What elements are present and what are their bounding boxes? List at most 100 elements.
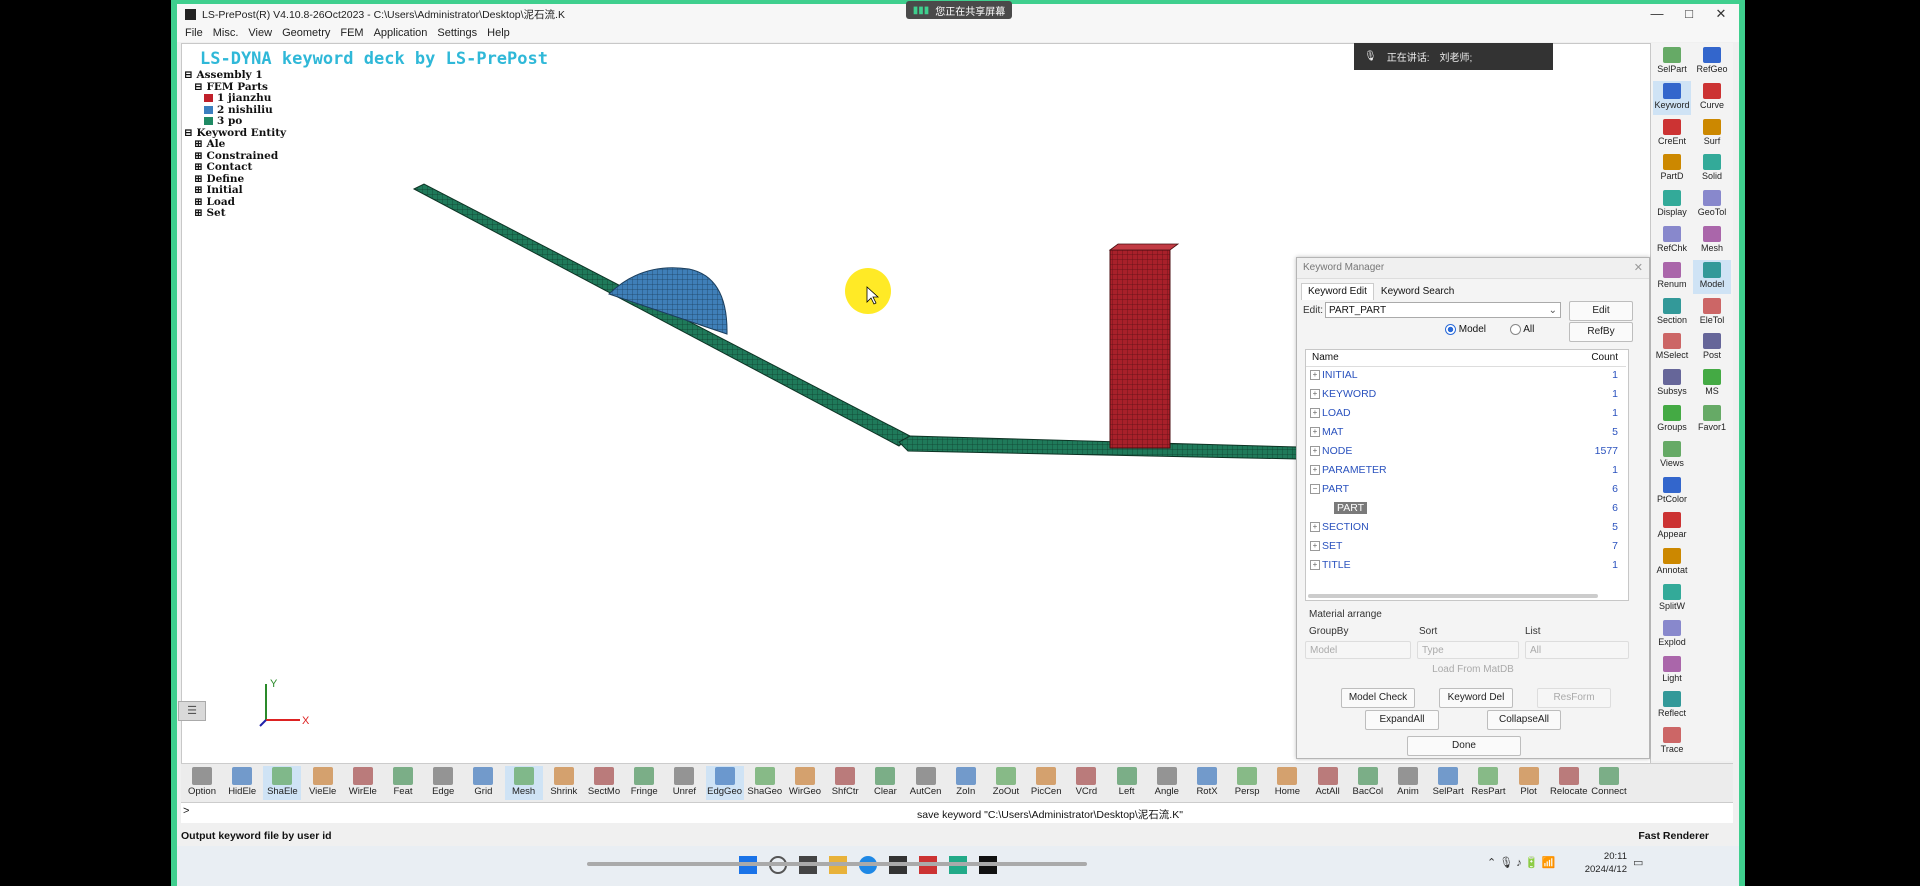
toolbar-button[interactable]: Mesh	[504, 766, 543, 800]
collapse-all-button[interactable]: CollapseAll	[1487, 710, 1561, 730]
edit-button[interactable]: Edit	[1569, 301, 1633, 321]
toolbar-button[interactable]: Left	[1108, 766, 1146, 800]
toolbar-button[interactable]: Keyword	[1653, 80, 1691, 115]
menu-geometry[interactable]: Geometry	[282, 27, 330, 39]
close-button[interactable]: ✕	[1707, 6, 1735, 22]
toolbar-button[interactable]: PicCen	[1027, 766, 1065, 800]
toolbar-button[interactable]: Mesh	[1693, 224, 1731, 258]
toolbar-button[interactable]: SplitW	[1653, 582, 1691, 616]
toolbar-button[interactable]: EleTol	[1693, 296, 1731, 330]
minimize-button[interactable]: —	[1643, 6, 1671, 21]
toolbar-button[interactable]: RefGeo	[1693, 45, 1731, 79]
screen-share-notice[interactable]: ▮▮▮ 您正在共享屏幕	[906, 1, 1012, 19]
expand-icon[interactable]: +	[1310, 465, 1320, 475]
toolbar-button[interactable]: ZoOut	[987, 766, 1025, 800]
done-button[interactable]: Done	[1407, 736, 1521, 756]
resform-button[interactable]: ResForm	[1537, 688, 1611, 708]
keyword-del-button[interactable]: Keyword Del	[1439, 688, 1513, 708]
toolbar-button[interactable]: Angle	[1148, 766, 1186, 800]
maximize-button[interactable]: □	[1675, 6, 1703, 21]
list-item[interactable]: + SECTION 5	[1306, 519, 1626, 535]
toolbar-button[interactable]: Plot	[1510, 766, 1548, 800]
toolbar-button[interactable]: Groups	[1653, 403, 1691, 437]
close-icon[interactable]: ✕	[1634, 261, 1643, 274]
expand-icon[interactable]: +	[1310, 541, 1320, 551]
expand-all-button[interactable]: ExpandAll	[1365, 710, 1439, 730]
expand-icon[interactable]: +	[1310, 427, 1320, 437]
expand-icon[interactable]: +	[1310, 560, 1320, 570]
toolbar-button[interactable]: Unref	[665, 766, 703, 800]
toolbar-button[interactable]: SelPart	[1429, 766, 1467, 800]
toolbar-button[interactable]: ActAll	[1309, 766, 1347, 800]
toolbar-button[interactable]: PtColor	[1653, 475, 1691, 509]
list-item[interactable]: + NODE 1577	[1306, 443, 1626, 459]
toolbar-button[interactable]: Reflect	[1653, 689, 1691, 723]
groupby-select[interactable]: Model	[1305, 641, 1411, 659]
notification-icon[interactable]: ▭	[1633, 856, 1643, 869]
menu-misc[interactable]: Misc.	[213, 27, 239, 39]
toolbar-button[interactable]: PartD	[1653, 152, 1691, 186]
toolbar-button[interactable]: ShaEle	[263, 766, 302, 800]
toolbar-button[interactable]: Shrink	[545, 766, 583, 800]
toolbar-button[interactable]: ShaGeo	[746, 766, 784, 800]
toolbar-button[interactable]: BacCol	[1349, 766, 1387, 800]
toolbar-button[interactable]: Model	[1693, 259, 1731, 294]
tab-keyword-search[interactable]: Keyword Search	[1374, 283, 1461, 300]
list-item[interactable]: + MAT 5	[1306, 424, 1626, 440]
toolbar-button[interactable]: Solid	[1693, 152, 1731, 186]
toolbar-button[interactable]: Annotat	[1653, 546, 1691, 580]
toolbar-button[interactable]: Light	[1653, 654, 1691, 688]
toolbar-button[interactable]: ShfCtr	[826, 766, 864, 800]
toolbar-button[interactable]: MSelect	[1653, 331, 1691, 365]
toolbar-button[interactable]: Persp	[1228, 766, 1266, 800]
toolbar-button[interactable]: Post	[1693, 331, 1731, 365]
menu-file[interactable]: File	[185, 27, 203, 39]
toolbar-button[interactable]: Views	[1653, 439, 1691, 473]
toolbar-button[interactable]: Surf	[1693, 117, 1731, 151]
list-item[interactable]: − PART 6	[1306, 481, 1626, 497]
menu-application[interactable]: Application	[374, 27, 428, 39]
toolbar-button[interactable]: VCrd	[1067, 766, 1105, 800]
list-item[interactable]: + SET 7	[1306, 538, 1626, 554]
toolbar-button[interactable]: Display	[1653, 188, 1691, 222]
edit-keyword-select[interactable]: PART_PART ⌄	[1325, 302, 1561, 318]
toolbar-button[interactable]: Grid	[464, 766, 502, 800]
toolbar-button[interactable]: EdgGeo	[705, 766, 744, 800]
toolbar-button[interactable]: CreEnt	[1653, 117, 1691, 151]
tab-keyword-edit[interactable]: Keyword Edit	[1301, 283, 1374, 300]
collapse-icon[interactable]: −	[1310, 484, 1320, 494]
toolbar-button[interactable]: Relocate	[1550, 766, 1588, 800]
toolbar-button[interactable]: Home	[1268, 766, 1306, 800]
list-item[interactable]: + LOAD 1	[1306, 405, 1626, 421]
toolbar-button[interactable]: GeoTol	[1693, 188, 1731, 222]
toolbar-button[interactable]: Option	[183, 766, 221, 800]
expand-icon[interactable]: +	[1310, 446, 1320, 456]
menu-settings[interactable]: Settings	[437, 27, 477, 39]
toolbar-button[interactable]: HidEle	[223, 766, 261, 800]
toolbar-button[interactable]: Renum	[1653, 260, 1691, 294]
toolbar-button[interactable]: AutCen	[907, 766, 945, 800]
toolbar-button[interactable]: Connect	[1590, 766, 1628, 800]
toolbar-button[interactable]: VieEle	[304, 766, 342, 800]
tree-entity[interactable]: ⊞ Set	[194, 207, 286, 220]
toolbar-button[interactable]: MS	[1693, 367, 1731, 401]
command-line[interactable]: > save keyword "C:\Users\Administrator\D…	[181, 802, 1733, 823]
toolbar-button[interactable]: SectMo	[585, 766, 623, 800]
list-item[interactable]: + PARAMETER 1	[1306, 462, 1626, 478]
toolbar-button[interactable]: Edge	[424, 766, 462, 800]
radio-model[interactable]: Model	[1445, 324, 1486, 335]
expand-icon[interactable]: +	[1310, 370, 1320, 380]
toolbar-button[interactable]: Favor1	[1693, 403, 1731, 437]
toolbar-button[interactable]: Section	[1653, 296, 1691, 330]
toolbar-button[interactable]: Anim	[1389, 766, 1427, 800]
toolbar-button[interactable]: RefChk	[1653, 224, 1691, 258]
toolbar-button[interactable]: WirGeo	[786, 766, 824, 800]
toolbar-button[interactable]: SelPart	[1653, 45, 1691, 79]
sort-select[interactable]: Type	[1417, 641, 1519, 659]
toolbar-button[interactable]: Trace	[1653, 725, 1691, 759]
menu-help[interactable]: Help	[487, 27, 510, 39]
list-item[interactable]: + KEYWORD 1	[1306, 386, 1626, 402]
toolbar-button[interactable]: Explod	[1653, 618, 1691, 652]
refby-button[interactable]: RefBy	[1569, 322, 1633, 342]
expand-icon[interactable]: +	[1310, 389, 1320, 399]
